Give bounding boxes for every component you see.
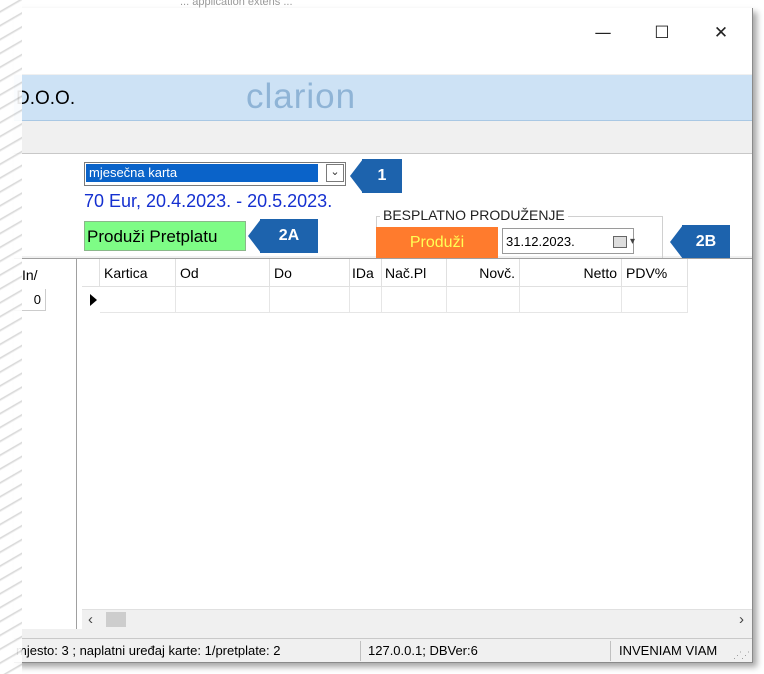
column-header-pdv[interactable]: PDV% bbox=[622, 259, 688, 287]
side-list-header: In/ bbox=[22, 267, 38, 283]
row-selector-header bbox=[82, 259, 100, 287]
column-header-kartica[interactable]: Kartica bbox=[100, 259, 176, 287]
table-cell[interactable] bbox=[622, 287, 688, 313]
toolbar-strip bbox=[14, 121, 752, 151]
side-list: In/ 0 bbox=[14, 259, 77, 629]
column-header-od[interactable]: Od bbox=[176, 259, 270, 287]
scroll-left-icon[interactable]: ‹ bbox=[88, 611, 93, 628]
callout-2a: 2A bbox=[248, 219, 318, 253]
table-cell[interactable] bbox=[382, 287, 447, 313]
price-period: 70 Eur, 20.4.2023. - 20.5.2023. bbox=[84, 191, 333, 211]
horizontal-scrollbar[interactable]: ‹ › bbox=[82, 609, 752, 630]
status-divider bbox=[610, 641, 611, 661]
resize-grip-icon[interactable]: ⋰⋰ bbox=[733, 650, 750, 661]
company-banner: D.O.O. clarion bbox=[14, 75, 752, 121]
table-cell[interactable] bbox=[100, 287, 176, 313]
callout-1: 1 bbox=[350, 159, 402, 193]
data-grid: In/ 0 Kartica Od Do IDa Nač.Pl Novč. Net… bbox=[14, 258, 752, 630]
app-window: — ☐ ✕ D.O.O. clarion mjesečna karta ⌄ 1 … bbox=[14, 8, 753, 663]
free-extension-title: BESPLATNO PRODUŽENJE bbox=[380, 207, 568, 223]
status-server: 127.0.0.1; DBVer:6 bbox=[368, 643, 478, 658]
column-header-novcano[interactable]: Novč. bbox=[447, 259, 520, 287]
free-date-picker[interactable]: 31.12.2023. ▾ bbox=[502, 228, 635, 255]
card-type-value: mjesečna karta bbox=[86, 164, 318, 182]
status-location: mjesto: 3 ; naplatni uređaj karte: 1/pre… bbox=[16, 643, 281, 658]
column-header-ida[interactable]: IDa bbox=[350, 259, 382, 287]
callout-2b: 2B bbox=[670, 225, 730, 259]
chevron-down-icon[interactable]: ⌄ bbox=[326, 164, 344, 182]
table-cell[interactable] bbox=[176, 287, 270, 313]
company-name: D.O.O. bbox=[16, 88, 76, 109]
table-cell[interactable] bbox=[350, 287, 382, 313]
title-bar: — ☐ ✕ bbox=[14, 8, 752, 74]
table-cell[interactable] bbox=[270, 287, 350, 313]
maximize-button[interactable]: ☐ bbox=[647, 22, 677, 44]
column-header-nacin-placanja[interactable]: Nač.Pl bbox=[382, 259, 447, 287]
card-type-select[interactable]: mjesečna karta ⌄ bbox=[84, 162, 346, 186]
free-date-value: 31.12.2023. bbox=[506, 234, 575, 249]
current-row-indicator-icon bbox=[90, 294, 97, 306]
status-bar: mjesto: 3 ; naplatni uređaj karte: 1/pre… bbox=[14, 638, 752, 662]
dropdown-arrow-icon[interactable]: ▾ bbox=[630, 229, 635, 255]
column-header-do[interactable]: Do bbox=[270, 259, 350, 287]
scroll-thumb[interactable] bbox=[106, 612, 126, 627]
background-bleed-text: ... application extens ... bbox=[180, 0, 293, 8]
status-divider bbox=[360, 641, 361, 661]
free-extend-button[interactable]: Produži bbox=[376, 227, 498, 258]
column-header-netto[interactable]: Netto bbox=[520, 259, 622, 287]
clarion-logo: clarion bbox=[246, 77, 357, 116]
calendar-icon[interactable] bbox=[613, 236, 627, 248]
scroll-right-icon[interactable]: › bbox=[739, 611, 744, 628]
torn-edge-decoration bbox=[0, 0, 22, 674]
extend-subscription-button[interactable]: Produži Pretplatu bbox=[84, 221, 246, 251]
subscription-panel: mjesečna karta ⌄ 1 70 Eur, 20.4.2023. - … bbox=[14, 153, 752, 264]
table-cell[interactable] bbox=[447, 287, 520, 313]
table-cell[interactable] bbox=[520, 287, 622, 313]
minimize-button[interactable]: — bbox=[588, 22, 618, 44]
close-button[interactable]: ✕ bbox=[706, 22, 736, 44]
status-brand: INVENIAM VIAM bbox=[619, 643, 718, 658]
